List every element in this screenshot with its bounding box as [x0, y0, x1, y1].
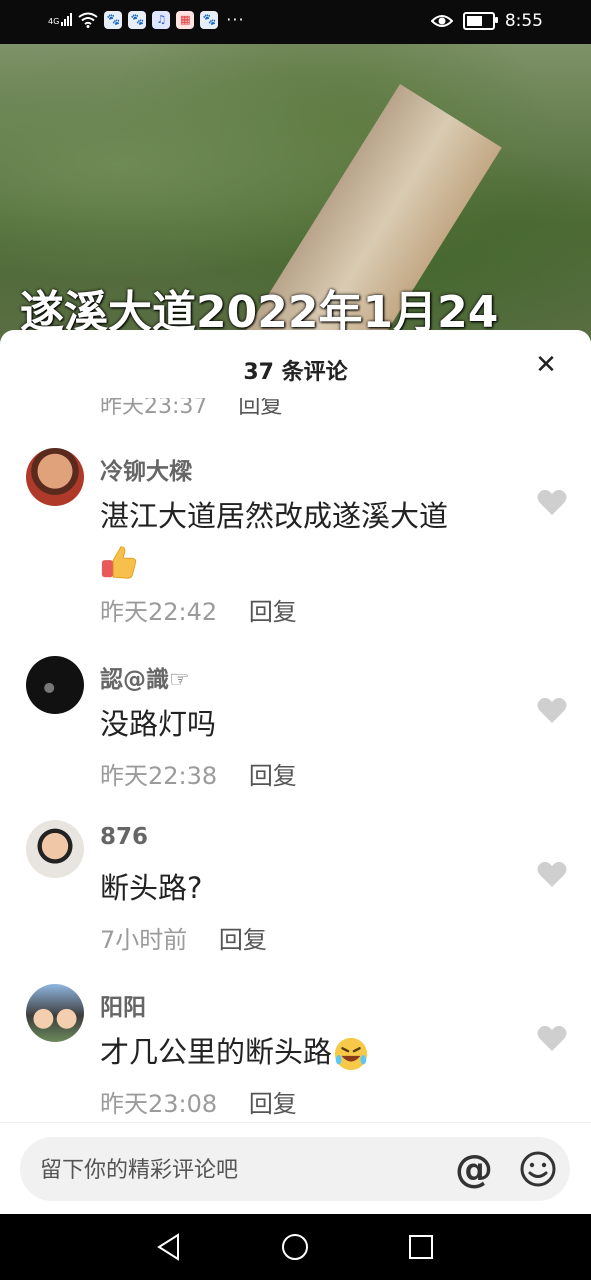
home-circle-icon[interactable]	[280, 1232, 310, 1262]
comment-username[interactable]: 876	[100, 824, 148, 850]
comment-meta: 昨天22:42 回复	[100, 592, 297, 627]
reply-button[interactable]: 回复	[249, 1090, 297, 1118]
music-icon: ♫	[152, 10, 171, 29]
comments-count-title: 37 条评论	[243, 360, 348, 385]
comment-input-wrapper: @	[20, 1137, 570, 1203]
comment-meta: 7小时前 回复	[100, 920, 267, 955]
comment-body: 湛江大道居然改成遂溪大道	[100, 499, 449, 533]
like-heart-icon[interactable]	[537, 860, 567, 888]
gift-icon: ▦	[176, 10, 195, 29]
reply-button[interactable]: 回复	[249, 762, 297, 790]
avatar[interactable]	[26, 820, 84, 878]
like-heart-icon[interactable]	[537, 696, 567, 724]
comment-item: 阳阳 才几公里的断头路 昨天23:08 回复	[0, 984, 591, 1124]
wifi-icon	[78, 12, 98, 28]
comment-body: 才几公里的断头路	[100, 1035, 333, 1069]
partial-comment-meta: 昨天23:37 回复	[100, 394, 306, 420]
emoji-smile-icon[interactable]	[518, 1149, 558, 1189]
comment-text[interactable]: 才几公里的断头路	[100, 1030, 500, 1074]
comment-text[interactable]: 没路灯吗	[100, 702, 500, 746]
baidu-icon: 🐾	[200, 10, 219, 29]
comment-time: 昨天23:08	[100, 1090, 218, 1118]
comment-meta: 昨天23:08 回复	[100, 1084, 297, 1119]
back-triangle-icon[interactable]	[154, 1232, 184, 1262]
avatar[interactable]	[26, 448, 84, 506]
comment-item: 876 断头路? 7小时前 回复	[0, 820, 591, 954]
like-heart-icon[interactable]	[537, 1024, 567, 1052]
close-icon[interactable]: ✕	[533, 352, 559, 378]
comment-meta: 昨天22:38 回复	[100, 756, 297, 791]
comment-time: 昨天22:38	[100, 762, 218, 790]
comment-item: 認@識☞ 没路灯吗 昨天22:38 回复	[0, 656, 591, 790]
comment-input-bar: @	[0, 1122, 591, 1215]
rofl-emoji	[334, 1037, 368, 1071]
baidu-icon: 🐾	[128, 10, 147, 29]
like-heart-icon[interactable]	[537, 488, 567, 516]
clock: 8:55	[504, 11, 543, 31]
comment-username[interactable]: 認@識☞	[100, 660, 190, 694]
reply-button[interactable]: 回复	[249, 598, 297, 626]
comment-text[interactable]: 湛江大道居然改成遂溪大道	[100, 494, 500, 582]
thumbs-up-emoji	[101, 546, 137, 579]
battery-icon	[462, 12, 498, 30]
comment-time: 昨天23:37	[100, 394, 208, 419]
at-mention-icon[interactable]: @	[454, 1149, 494, 1189]
eye-icon	[430, 15, 453, 27]
comment-text[interactable]: 断头路?	[100, 866, 500, 910]
comment-time: 昨天22:42	[100, 598, 218, 626]
comment-time: 7小时前	[100, 926, 188, 954]
status-left: 4G 🐾 🐾 ♫ ▦ 🐾 ···	[48, 10, 245, 29]
avatar[interactable]	[26, 656, 84, 714]
system-nav-bar	[0, 1214, 591, 1280]
comment-item: 冷铆大樑 湛江大道居然改成遂溪大道 昨天22:42 回复	[0, 448, 591, 628]
baidu-icon: 🐾	[104, 10, 123, 29]
comment-username[interactable]: 阳阳	[100, 988, 146, 1022]
recents-square-icon[interactable]	[406, 1232, 436, 1262]
avatar[interactable]	[26, 984, 84, 1042]
reply-button[interactable]: 回复	[219, 926, 267, 954]
comment-username[interactable]: 冷铆大樑	[100, 452, 192, 486]
signal-icon: 4G	[48, 13, 73, 26]
video-player[interactable]: 遂溪大道2022年1月24	[0, 44, 591, 344]
comments-sheet: 37 条评论 ✕ 昨天23:37 回复 冷铆大樑 湛江大道居然改成遂溪大道 昨天…	[0, 330, 591, 1214]
more-notifications-icon: ···	[226, 10, 245, 29]
status-right: 8:55	[430, 11, 543, 31]
comment-input[interactable]	[38, 1137, 442, 1203]
reply-button[interactable]: 回复	[238, 398, 282, 419]
status-bar: 4G 🐾 🐾 ♫ ▦ 🐾 ··· 8:55	[0, 0, 591, 44]
battery-level	[466, 16, 482, 26]
